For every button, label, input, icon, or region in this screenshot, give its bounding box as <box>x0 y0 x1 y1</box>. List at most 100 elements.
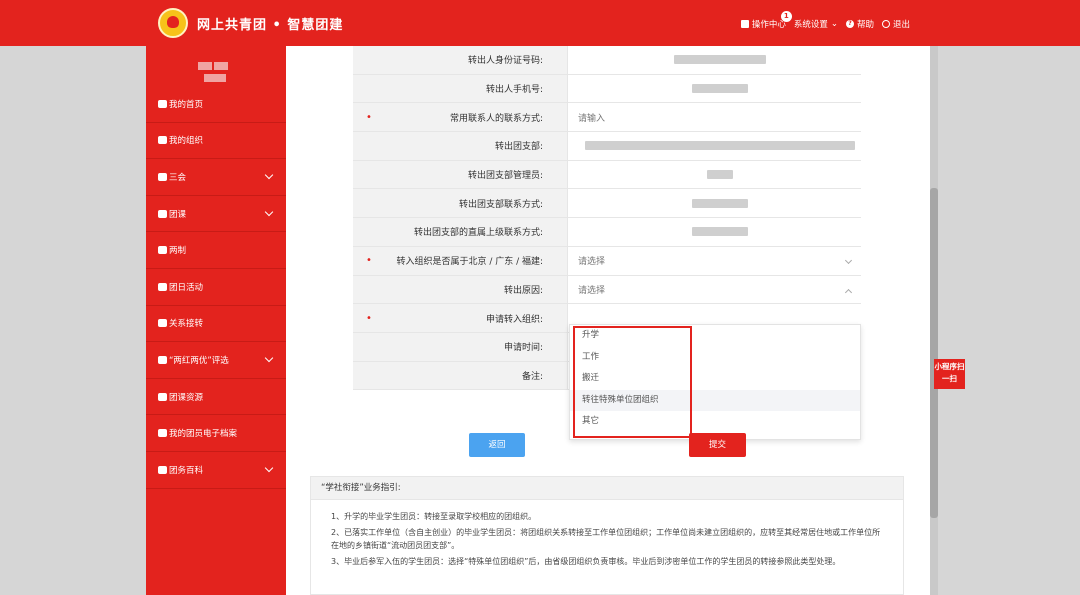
form-row: 转出人身份证号码: <box>353 46 861 75</box>
form-label: 备注: <box>353 361 567 390</box>
help-icon: ? <box>845 20 854 28</box>
form-row: 转出团支部联系方式: <box>353 189 861 219</box>
chevron-up-icon <box>844 288 853 296</box>
form-label: 申请时间: <box>353 332 567 361</box>
recycle-icon <box>158 282 167 291</box>
top-nav: 操作中心 1 系统设置 ⌄ ? 帮助 退出 <box>740 11 910 30</box>
chevron-down-icon <box>264 463 274 473</box>
form-label: 转出团支部: <box>353 132 567 160</box>
sidebar-item-0[interactable]: 我的首页 <box>146 86 286 123</box>
form-row: 转出原因: 请选择 <box>353 275 861 305</box>
select-field[interactable]: 请选择 <box>567 275 861 304</box>
form-label: • 转入组织是否属于北京 / 广东 / 福建: <box>353 246 567 275</box>
chevron-down-icon <box>844 256 853 264</box>
nav-operation-center[interactable]: 操作中心 1 <box>740 11 792 30</box>
guide-item: 1、升学的毕业学生团员：转接至录取学校相应的团组织。 <box>331 512 537 521</box>
form-label: 转出原因: <box>353 275 567 304</box>
business-guide: “学社衔接”业务指引: 1、升学的毕业学生团员：转接至录取学校相应的团组织。 2、… <box>310 476 904 595</box>
chevron-down-icon <box>264 207 274 217</box>
edit-icon <box>158 355 167 364</box>
chevron-down-icon: ⌄ <box>830 19 838 29</box>
form-label: 转出团支部联系方式: <box>353 189 567 218</box>
sidebar-item-label: 我的首页 <box>169 99 204 110</box>
folder-icon <box>158 209 167 218</box>
sidebar-item-5[interactable]: 团日活动 <box>146 269 286 306</box>
required-marker: • <box>366 111 372 123</box>
sidebar-item-7[interactable]: “两红两优”评选 <box>146 342 286 379</box>
nav-logout[interactable]: 退出 <box>881 18 910 30</box>
contact-input[interactable]: 请输入 <box>567 103 861 132</box>
form-row: • 转入组织是否属于北京 / 广东 / 福建: 请选择 <box>353 246 861 276</box>
guide-item: 3、毕业后参军入伍的学生团员：选择“特殊单位团组织”后，由省级团组织负责审核。毕… <box>331 557 841 566</box>
avatar <box>196 60 230 86</box>
select-field[interactable]: 请选择 <box>567 246 861 275</box>
chevron-down-icon <box>264 353 274 363</box>
sidebar-menu: 我的首页我的组织三会团课两制团日活动关系接转 “两红两优”评选团课资源我的团员电子… <box>146 86 286 489</box>
sidebar-item-label: 团课 <box>169 209 187 220</box>
submit-button[interactable]: 提交 <box>689 433 746 457</box>
document-icon <box>158 429 167 438</box>
logo-icon <box>158 8 188 38</box>
mini-program-tag[interactable]: 小程序扫一扫 <box>934 359 965 389</box>
redacted-value <box>584 141 855 151</box>
circle-icon <box>158 246 167 255</box>
sidebar-item-2[interactable]: 三会 <box>146 159 286 196</box>
sidebar-item-3[interactable]: 团课 <box>146 196 286 233</box>
form-row: 转出团支部管理员: <box>353 160 861 190</box>
nav-system-settings[interactable]: 系统设置 ⌄ <box>794 18 838 30</box>
highlight-box <box>573 326 692 438</box>
notification-badge: 1 <box>780 11 792 22</box>
required-marker: • <box>366 255 372 267</box>
sidebar-item-label: 团日活动 <box>169 282 204 293</box>
sidebar-item-8[interactable]: 团课资源 <box>146 379 286 416</box>
sidebar-item-4[interactable]: 两制 <box>146 232 286 269</box>
redacted-value <box>691 84 748 94</box>
mail-icon <box>740 20 749 28</box>
sidebar-item-1[interactable]: 我的组织 <box>146 123 286 160</box>
form-label: • 常用联系人的联系方式: <box>353 103 567 132</box>
form-row: 转出人手机号: <box>353 74 861 104</box>
redacted-value <box>691 227 748 237</box>
top-header: 网上共青团 • 智慧团建 操作中心 1 系统设置 ⌄ ? 帮助 退出 <box>0 0 1080 46</box>
edit-icon <box>158 172 167 181</box>
power-icon <box>881 20 890 28</box>
home-icon <box>158 99 167 108</box>
redacted-value <box>691 198 748 208</box>
folder-icon <box>158 392 167 401</box>
form-label: 转出人身份证号码: <box>353 46 567 74</box>
sidebar: 我的首页我的组织三会团课两制团日活动关系接转 “两红两优”评选团课资源我的团员电子… <box>146 46 286 595</box>
sidebar-item-label: 团务百科 <box>169 465 204 476</box>
form-value <box>567 74 861 103</box>
sidebar-item-label: 我的团员电子档案 <box>169 429 238 440</box>
guide-body: 1、升学的毕业学生团员：转接至录取学校相应的团组织。 2、已落实工作单位（含自主创… <box>311 500 903 581</box>
main-content: 转出人身份证号码: 转出人手机号: • 常用联系人的联系方式: 请输入 转出团支部: 转出团… <box>286 46 930 595</box>
redacted-value <box>673 55 766 65</box>
form-label: 转出人手机号: <box>353 74 567 103</box>
form-label: • 申请转入组织: <box>353 304 567 332</box>
sidebar-item-6[interactable]: 关系接转 <box>146 306 286 343</box>
sidebar-item-label: 三会 <box>169 172 187 183</box>
group-icon <box>158 465 167 474</box>
scrollbar-thumb[interactable] <box>930 188 938 518</box>
back-button[interactable]: 返回 <box>469 433 525 457</box>
form-value <box>567 189 861 218</box>
sidebar-item-label: 团课资源 <box>169 392 204 403</box>
group-icon <box>158 136 167 145</box>
sidebar-item-label: 我的组织 <box>169 136 204 147</box>
chevron-down-icon <box>264 170 274 180</box>
guide-item: 2、已落实工作单位（含自主创业）的毕业学生团员：将团组织关系转接至工作单位团组织… <box>331 528 881 550</box>
form-row: • 常用联系人的联系方式: 请输入 <box>353 103 861 133</box>
form-value <box>567 160 861 189</box>
nav-help[interactable]: ? 帮助 <box>845 18 874 30</box>
sidebar-item-label: 两制 <box>169 246 187 257</box>
sidebar-item-label: 关系接转 <box>169 319 204 330</box>
form-value <box>567 46 861 74</box>
form-row: 转出团支部: <box>353 132 861 161</box>
form-label: 转出团支部的直属上级联系方式: <box>353 218 567 246</box>
sidebar-item-9[interactable]: 我的团员电子档案 <box>146 415 286 452</box>
sidebar-item-10[interactable]: 团务百科 <box>146 452 286 489</box>
brand-title: 网上共青团 • 智慧团建 <box>197 18 344 33</box>
form-row: 转出团支部的直属上级联系方式: <box>353 218 861 247</box>
form-label: 转出团支部管理员: <box>353 160 567 189</box>
form-value <box>567 132 861 160</box>
